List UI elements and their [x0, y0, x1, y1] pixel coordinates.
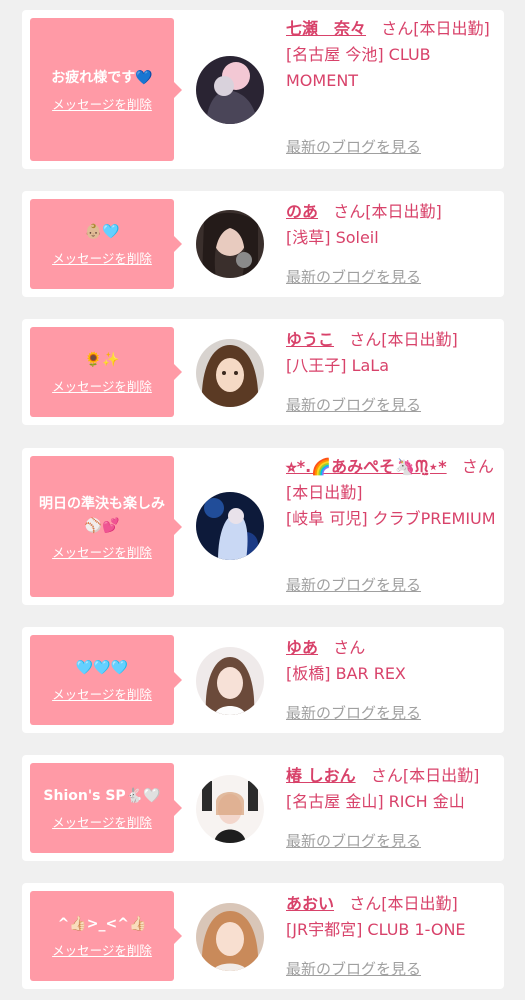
blog-link[interactable]: 最新のブログを見る: [286, 137, 421, 157]
avatar[interactable]: [196, 903, 264, 971]
message-bubble: Shion's SP🐇🤍 メッセージを削除: [30, 763, 182, 853]
message-text: 👶🏼🩵: [84, 224, 120, 240]
message-text: 🌻✨: [84, 352, 120, 368]
cast-name-link[interactable]: ゆあ: [286, 638, 318, 657]
blog-link[interactable]: 最新のブログを見る: [286, 575, 421, 595]
avatar-image: [196, 56, 264, 124]
blog-link[interactable]: 最新のブログを見る: [286, 703, 421, 723]
avatar-image: [196, 339, 264, 407]
cast-info: あおい さん[本日出勤] [JR宇都宮] CLUB 1-ONE: [286, 891, 500, 943]
avatar-image: [196, 210, 264, 278]
avatar[interactable]: [196, 210, 264, 278]
cast-info: 椿 しおん さん[本日出勤] [名古屋 金山] RICH 金山: [286, 763, 500, 815]
message-text: 🩵🩵🩵: [75, 660, 129, 676]
message-text: お疲れ様です💙: [51, 69, 153, 86]
honorific: さん: [370, 766, 403, 785]
cast-info: ⭐︎*.🌈あみぺそ🦄ᙏ̤̫⋆* さん [本日出勤] [岐阜 可児] クラブPREM…: [286, 454, 500, 532]
delete-message-link[interactable]: メッセージを削除: [52, 815, 152, 831]
message-bubble: 👶🏼🩵 メッセージを削除: [30, 199, 182, 289]
delete-message-link[interactable]: メッセージを削除: [52, 687, 152, 703]
blog-link[interactable]: 最新のブログを見る: [286, 267, 421, 287]
blog-link[interactable]: 最新のブログを見る: [286, 831, 421, 851]
message-card: お疲れ様です💙 メッセージを削除 七瀬 奈々 さん[本日出勤] [名古屋 今池]…: [22, 10, 504, 169]
message-card: 🩵🩵🩵 メッセージを削除 ゆあ さん [板橋] BAR REX 最新のブログを見…: [22, 627, 504, 733]
cast-name-link[interactable]: ⭐︎*.🌈あみぺそ🦄ᙏ̤̫⋆*: [286, 457, 447, 476]
blog-link[interactable]: 最新のブログを見る: [286, 959, 421, 979]
honorific: さん: [333, 638, 366, 657]
cast-name-link[interactable]: 椿 しおん: [286, 766, 356, 785]
honorific: さん: [349, 894, 382, 913]
blog-link[interactable]: 最新のブログを見る: [286, 395, 421, 415]
work-status: [本日出勤]: [286, 483, 363, 502]
cast-info: ゆあ さん [板橋] BAR REX: [286, 635, 500, 687]
message-bubble: ^👍🏻>_<^👍🏻 メッセージを削除: [30, 891, 182, 981]
shop-label: [八王子] LaLa: [286, 356, 390, 375]
delete-message-link[interactable]: メッセージを削除: [52, 251, 152, 267]
honorific: さん: [461, 457, 494, 476]
message-card: 👶🏼🩵 メッセージを削除 のあ さん[本日出勤] [浅草] Soleil 最新の…: [22, 191, 504, 297]
avatar[interactable]: [196, 56, 264, 124]
shop-label: [JR宇都宮] CLUB 1-ONE: [286, 920, 466, 939]
cast-name-link[interactable]: のあ: [286, 202, 318, 221]
avatar[interactable]: [196, 647, 264, 715]
delete-message-link[interactable]: メッセージを削除: [52, 379, 152, 395]
message-text: ^👍🏻>_<^👍🏻: [57, 916, 147, 932]
message-card: ^👍🏻>_<^👍🏻 メッセージを削除 あおい さん[本日出勤] [JR宇都宮] …: [22, 883, 504, 989]
work-status: [本日出勤]: [381, 894, 458, 913]
delete-message-link[interactable]: メッセージを削除: [52, 943, 152, 959]
avatar-image: [196, 492, 264, 560]
honorific: さん: [381, 19, 414, 38]
shop-label: [名古屋 金山] RICH 金山: [286, 792, 465, 811]
work-status: [本日出勤]: [381, 330, 458, 349]
cast-info: ゆうこ さん[本日出勤] [八王子] LaLa: [286, 327, 500, 379]
message-text: 明日の準決も楽しみ⚾️💕: [39, 495, 165, 534]
cast-name-link[interactable]: あおい: [286, 894, 334, 913]
cast-name-link[interactable]: ゆうこ: [286, 330, 334, 349]
avatar-image: [196, 647, 264, 715]
message-card: 明日の準決も楽しみ⚾️💕 メッセージを削除 ⭐︎*.🌈あみぺそ🦄ᙏ̤̫⋆* さん…: [22, 448, 504, 605]
delete-message-link[interactable]: メッセージを削除: [52, 545, 152, 561]
cast-info: のあ さん[本日出勤] [浅草] Soleil: [286, 199, 500, 251]
honorific: さん: [333, 202, 366, 221]
avatar[interactable]: [196, 339, 264, 407]
delete-message-link[interactable]: メッセージを削除: [52, 97, 152, 113]
shop-label: [浅草] Soleil: [286, 228, 379, 247]
message-bubble: お疲れ様です💙 メッセージを削除: [30, 18, 182, 161]
shop-label: [名古屋 今池] CLUB MOMENT: [286, 45, 431, 90]
honorific: さん: [349, 330, 382, 349]
work-status: [本日出勤]: [413, 19, 490, 38]
message-bubble: 🩵🩵🩵 メッセージを削除: [30, 635, 182, 725]
avatar-image: [196, 903, 264, 971]
message-bubble: 🌻✨ メッセージを削除: [30, 327, 182, 417]
avatar[interactable]: [196, 775, 264, 843]
avatar[interactable]: [196, 492, 264, 560]
avatar-image: [196, 775, 264, 843]
cast-name-link[interactable]: 七瀬 奈々: [286, 19, 366, 38]
message-list: お疲れ様です💙 メッセージを削除 七瀬 奈々 さん[本日出勤] [名古屋 今池]…: [0, 0, 525, 1000]
shop-label: [板橋] BAR REX: [286, 664, 406, 683]
message-text: Shion's SP🐇🤍: [43, 788, 161, 804]
message-card: Shion's SP🐇🤍 メッセージを削除 椿 しおん さん[本日出勤] [名古…: [22, 755, 504, 861]
cast-info: 七瀬 奈々 さん[本日出勤] [名古屋 今池] CLUB MOMENT: [286, 16, 500, 94]
message-card: 🌻✨ メッセージを削除 ゆうこ さん[本日出勤] [八王子] LaLa 最新のブ…: [22, 319, 504, 425]
work-status: [本日出勤]: [402, 766, 480, 785]
work-status: [本日出勤]: [365, 202, 442, 221]
shop-label: [岐阜 可児] クラブPREMIUM: [286, 509, 496, 528]
message-bubble: 明日の準決も楽しみ⚾️💕 メッセージを削除: [30, 456, 182, 597]
